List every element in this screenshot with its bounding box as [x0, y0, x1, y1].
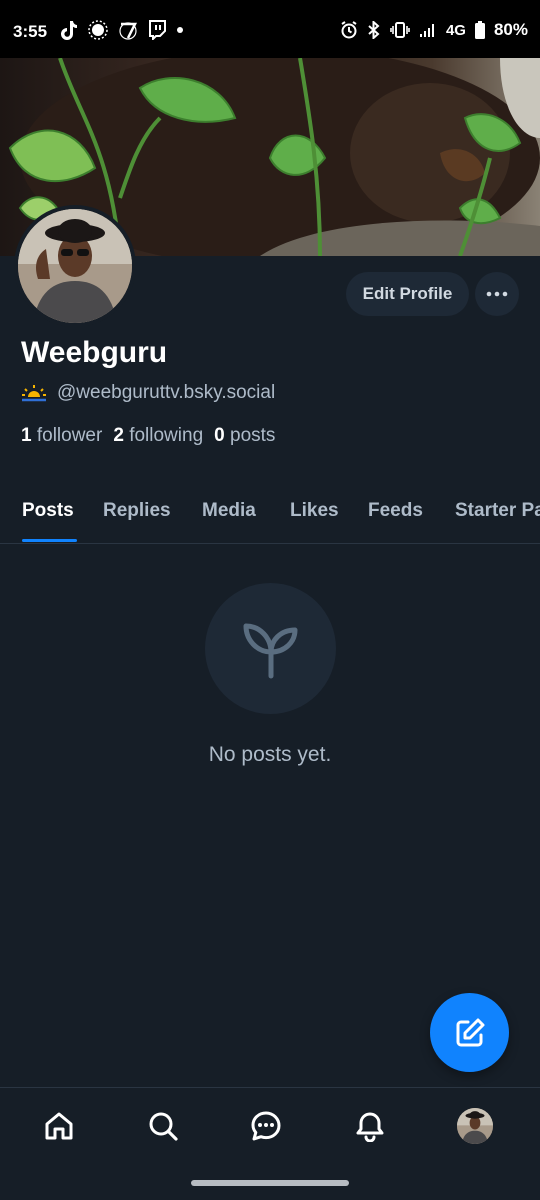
edit-profile-button[interactable]: Edit Profile — [346, 272, 469, 316]
tab-replies[interactable]: Replies — [103, 500, 171, 522]
compose-post-button[interactable] — [430, 993, 509, 1072]
bell-icon — [356, 1112, 384, 1142]
followers-label: follower — [36, 425, 103, 446]
sprout-icon — [243, 623, 297, 678]
profile-tabs: Posts Replies Media Likes Feeds Starter … — [0, 490, 540, 544]
tab-likes[interactable]: Likes — [290, 500, 339, 522]
nav-chat-button[interactable] — [244, 1104, 288, 1148]
display-name: Weebguru — [21, 336, 168, 369]
followers-count: 1 — [21, 425, 32, 446]
following-stat[interactable]: 2 following — [113, 425, 203, 447]
profile-avatar[interactable] — [14, 205, 136, 327]
vibrate-icon — [390, 22, 410, 38]
posts-count: 0 — [214, 425, 225, 446]
nav-notifications-button[interactable] — [348, 1104, 392, 1148]
alarm-icon — [341, 21, 357, 39]
empty-state-icon-circle — [205, 583, 336, 714]
tab-feeds[interactable]: Feeds — [368, 500, 423, 522]
nav-avatar-photo — [457, 1108, 493, 1144]
nav-search-button[interactable] — [141, 1104, 185, 1148]
network-type: 4G — [445, 21, 466, 39]
search-icon — [149, 1112, 178, 1141]
following-label: following — [129, 425, 204, 446]
compose-icon — [456, 1018, 484, 1046]
followers-stat[interactable]: 1 follower — [21, 425, 102, 447]
battery-level: 80% — [493, 20, 528, 39]
bluetooth-icon — [368, 21, 380, 39]
empty-state-message: No posts yet. — [208, 743, 332, 766]
status-time: 3:55 — [13, 22, 48, 41]
brightness-icon — [88, 20, 108, 40]
app-icon — [119, 22, 138, 40]
twitch-icon — [149, 20, 166, 40]
tab-posts[interactable]: Posts — [22, 500, 74, 522]
tab-starter-packs[interactable]: Starter Packs — [455, 500, 540, 522]
gesture-home-indicator[interactable] — [191, 1180, 349, 1186]
dot-icon — [177, 27, 183, 33]
profile-handle: @weebguruttv.bsky.social — [57, 382, 276, 403]
more-horizontal-icon — [486, 291, 508, 297]
battery-icon — [474, 21, 485, 39]
home-icon — [45, 1112, 73, 1140]
posts-stat: 0 posts — [214, 425, 275, 447]
status-bar: 3:55 4G 80% — [0, 0, 540, 64]
tiktok-icon — [61, 21, 77, 40]
active-tab-indicator — [22, 539, 77, 542]
nav-profile-button[interactable] — [453, 1104, 497, 1148]
tab-media[interactable]: Media — [202, 500, 256, 522]
chat-icon — [251, 1111, 281, 1141]
posts-label: posts — [230, 425, 276, 446]
sunrise-icon — [22, 385, 46, 402]
nav-home-button[interactable] — [37, 1104, 81, 1148]
signal-icon — [419, 24, 434, 37]
more-options-button[interactable] — [475, 272, 519, 316]
nav-avatar — [457, 1108, 493, 1144]
avatar-photo — [18, 209, 132, 323]
following-count: 2 — [113, 425, 124, 446]
